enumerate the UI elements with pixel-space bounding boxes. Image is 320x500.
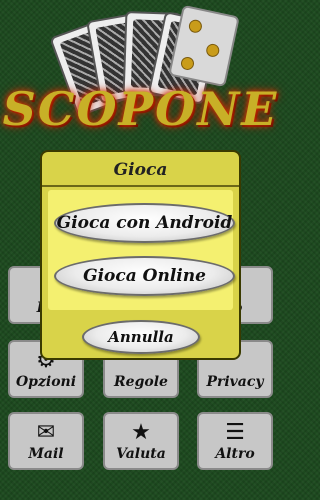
dialog-title: Gioca — [113, 160, 168, 180]
tile-altro[interactable]: ☰ Altro — [197, 412, 273, 470]
tile-label: Mail — [28, 446, 64, 462]
tile-label: Opzioni — [15, 374, 77, 390]
play-online-button[interactable]: Gioca Online — [54, 256, 235, 296]
list-icon: ☰ — [225, 420, 245, 445]
dialog-body: Gioca con Android Gioca Online — [48, 190, 235, 310]
tile-label: Privacy — [206, 374, 264, 390]
tile-mail[interactable]: ✉ Mail — [8, 412, 84, 470]
dialog-divider — [42, 185, 239, 187]
app-logo: SCOPONE — [0, 0, 281, 145]
app-title: SCOPONE — [2, 82, 279, 136]
tile-label: Regole — [114, 374, 168, 390]
play-dialog: Gioca Gioca con Android Gioca Online Ann… — [40, 150, 241, 360]
envelope-icon: ✉ — [36, 420, 56, 445]
cancel-button[interactable]: Annulla — [82, 320, 200, 354]
tile-label: Valuta — [116, 446, 166, 462]
tile-label: Altro — [215, 446, 255, 462]
play-android-button[interactable]: Gioca con Android — [54, 203, 235, 243]
star-icon: ★ — [131, 420, 151, 445]
tile-valuta[interactable]: ★ Valuta — [103, 412, 179, 470]
